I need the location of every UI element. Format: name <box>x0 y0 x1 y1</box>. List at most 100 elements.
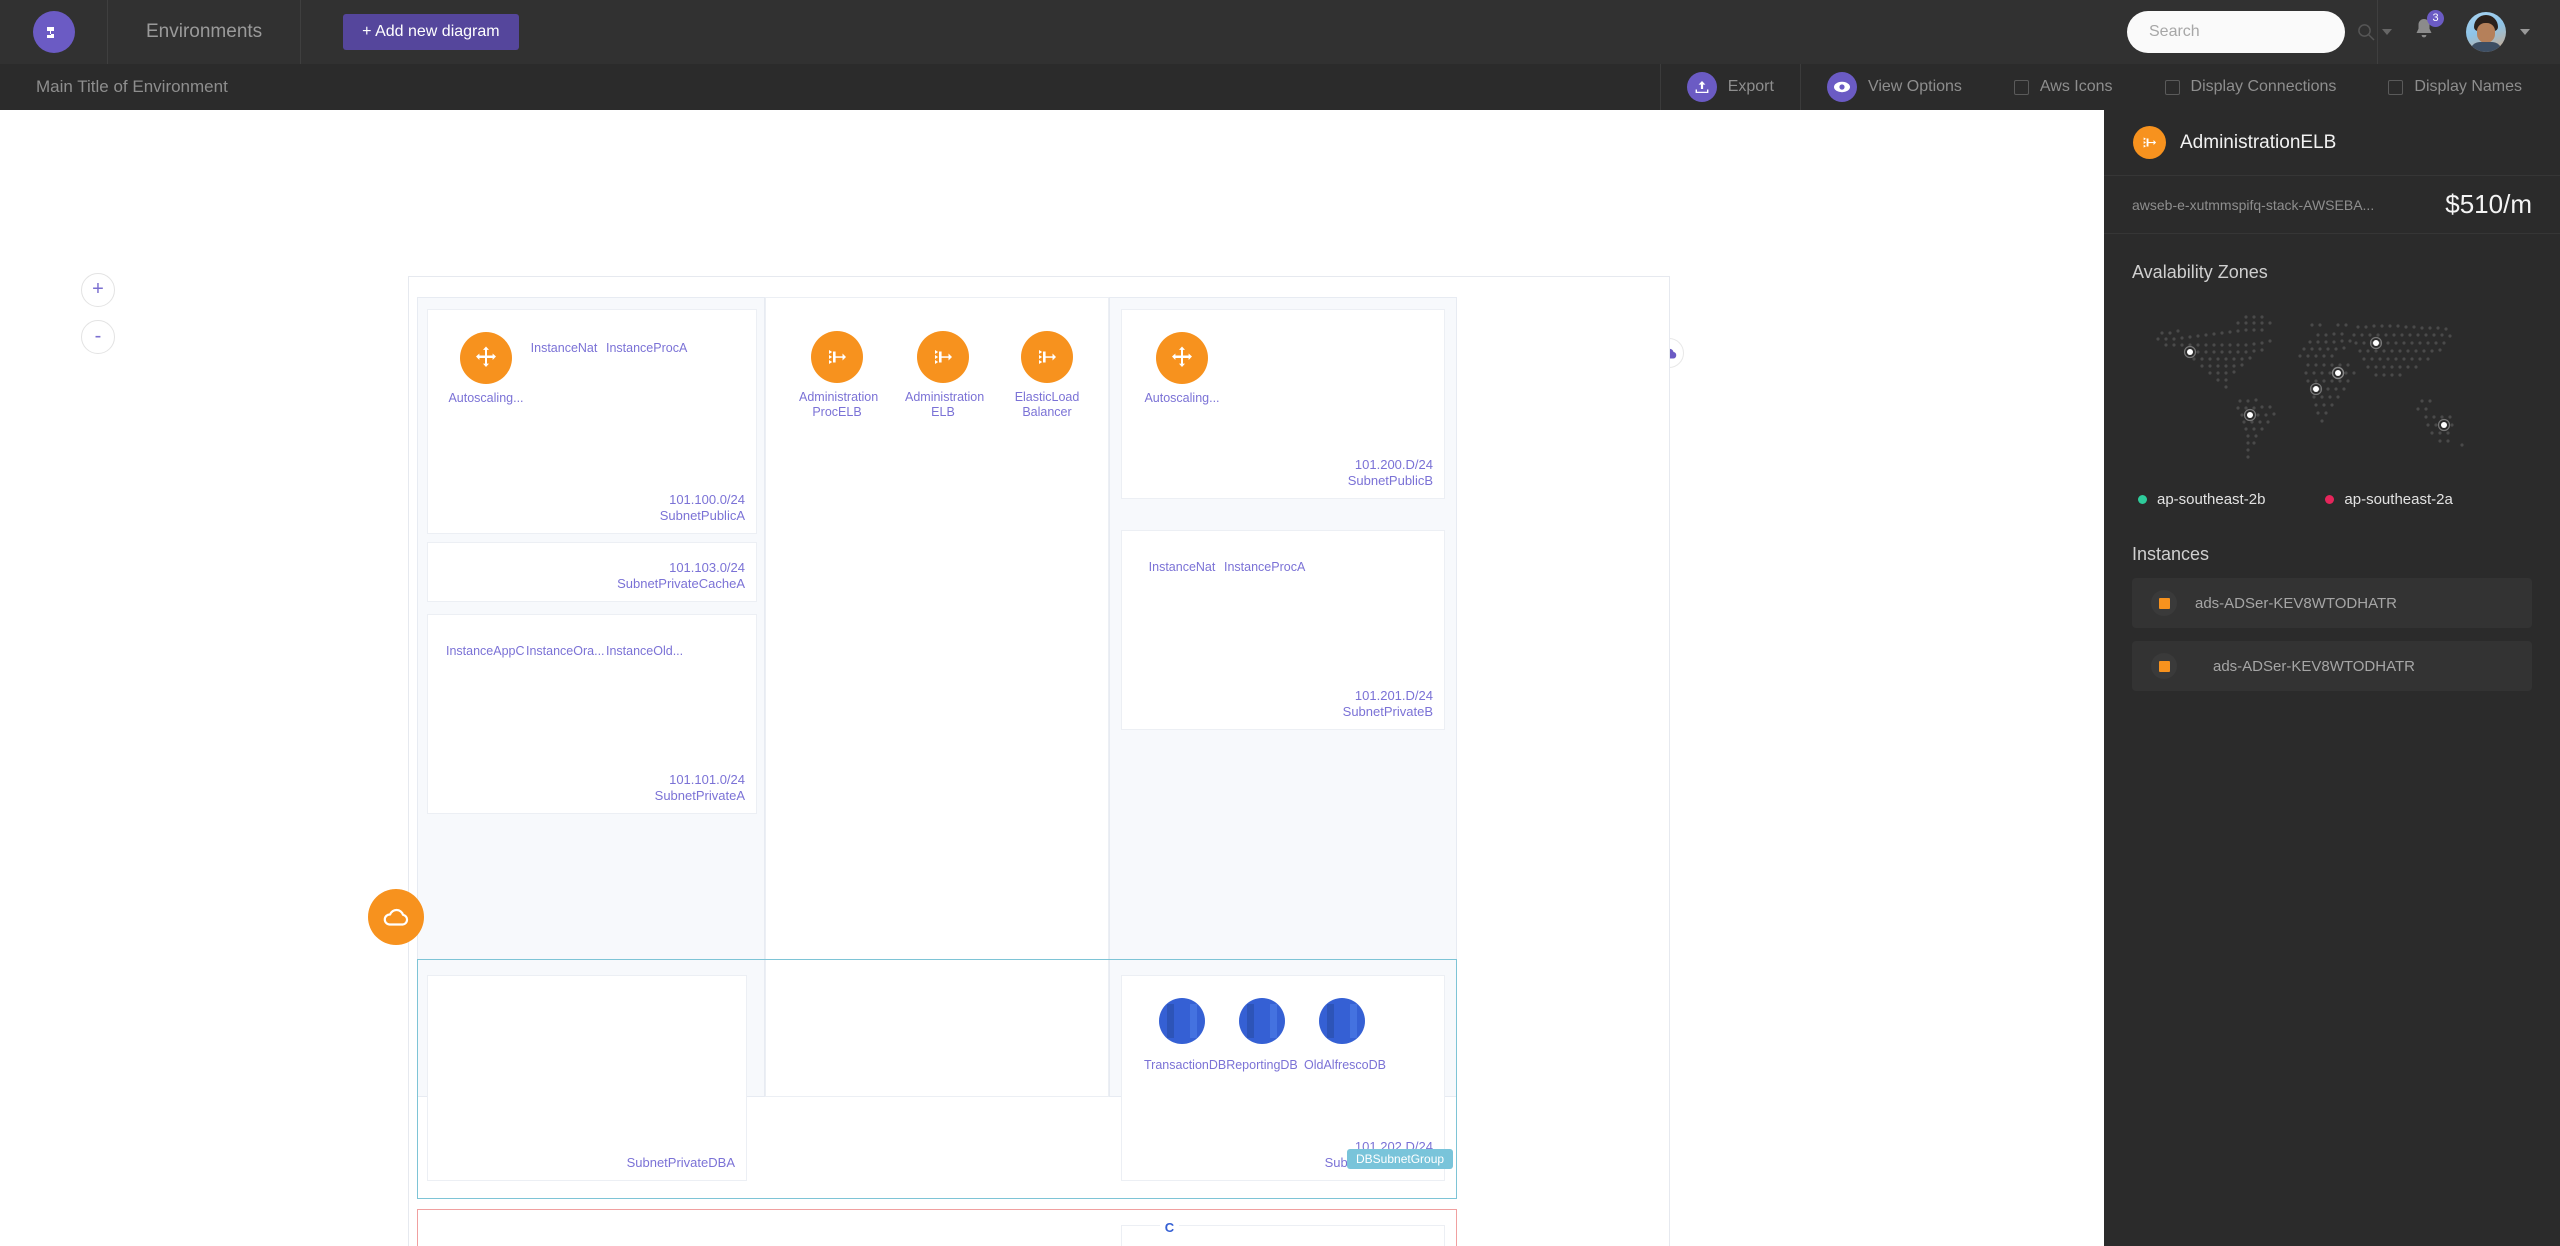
subnet-private-dba[interactable]: SubnetPrivateDBA <box>427 975 747 1181</box>
export-label: Export <box>1727 78 1774 95</box>
az-legend-item-0[interactable]: ap-southeast-2b <box>2138 491 2265 508</box>
elb-glyph <box>2143 137 2157 148</box>
node-instance-proc-b[interactable]: InstanceProcA <box>1224 553 1306 575</box>
list-item[interactable]: ads-ADSer-KEV8WTODHATR <box>2132 578 2532 628</box>
notifications-button[interactable]: 3 <box>2412 9 2444 48</box>
elb-icon <box>811 331 863 383</box>
node-instance-proc-a[interactable]: InstanceProcA <box>606 334 687 356</box>
subnet-meta: 101.101.0/24 SubnetPrivateA <box>655 772 745 804</box>
checkbox-aws-icons[interactable]: Aws Icons <box>1988 64 2139 110</box>
avatar-face <box>2477 23 2495 43</box>
map-markers <box>2183 336 2451 432</box>
az-legend-item-1[interactable]: ap-southeast-2a <box>2325 491 2453 508</box>
monthly-cost: $510/m <box>2445 189 2532 219</box>
subnet-private-b[interactable]: InstanceNat InstanceProcA 101.201.D/24 S… <box>1121 530 1445 730</box>
view-options-label: View Options <box>1867 78 1962 95</box>
bucket-badge: C <box>1160 1218 1179 1237</box>
checkbox-display-names-label: Display Names <box>2414 78 2522 95</box>
node-instance-ora[interactable]: InstanceOra... <box>526 637 605 659</box>
node-label: Autoscaling... <box>1144 391 1220 405</box>
subnet-name: SubnetPrivateCacheA <box>617 576 745 591</box>
elb-glyph <box>1039 350 1056 364</box>
subnet-bucket-area[interactable]: C <box>1121 1218 1445 1246</box>
node-label-line1: Administration <box>905 390 985 404</box>
search-chevron-down-icon[interactable] <box>2382 29 2392 35</box>
node-old-alfresco-db[interactable]: OldAlfrescoDB <box>1304 996 1386 1073</box>
elb-glyph <box>829 350 846 364</box>
autoscaling-icon <box>1156 332 1208 384</box>
status-dot <box>2138 495 2147 504</box>
subnet-meta: 101.103.0/24 SubnetPrivateCacheA <box>617 560 745 592</box>
node-reporting-db[interactable]: ReportingDB <box>1224 996 1300 1073</box>
node-label: TransactionDB <box>1144 1058 1227 1072</box>
nav-environments[interactable]: Environments <box>108 0 302 64</box>
vpc-container[interactable]: Autoscaling... InstanceNat InstanceProcA… <box>408 276 1670 1246</box>
world-map-dots <box>2156 315 2464 459</box>
node-transaction-db[interactable]: TransactionDB <box>1144 996 1227 1073</box>
vpc-cloud-icon[interactable] <box>368 889 424 945</box>
search-box[interactable] <box>2127 11 2392 53</box>
view-options-button[interactable]: View Options <box>1801 64 1988 110</box>
account-chevron-down-icon[interactable] <box>2520 29 2530 35</box>
checkbox-display-connections-box[interactable] <box>2164 79 2180 95</box>
availability-zones-heading: Avalability Zones <box>2132 262 2268 282</box>
az-legend-label: ap-southeast-2b <box>2157 491 2266 508</box>
subnet-public-a[interactable]: Autoscaling... InstanceNat InstanceProcA… <box>427 309 757 534</box>
resource-name: awseb-e-xutmmspifq-stack-AWSEBA... <box>2132 196 2375 213</box>
subnet-cidr: 101.103.0/24 <box>669 560 745 575</box>
node-label: InstanceProcA <box>1224 560 1306 574</box>
search-icon[interactable] <box>2356 22 2376 42</box>
eye-glyph <box>1833 81 1850 93</box>
database-glyph <box>1159 998 1205 1044</box>
instance-square <box>2158 660 2170 672</box>
subnet-public-b[interactable]: Autoscaling... 101.200.D/24 SubnetPublic… <box>1121 309 1445 499</box>
node-label-line2: ELB <box>931 405 955 419</box>
autoscaling-glyph <box>476 346 496 367</box>
checkbox-aws-icons-box[interactable] <box>2013 79 2029 95</box>
node-instance-nat-a[interactable]: InstanceNat <box>526 334 602 356</box>
node-autoscaling-a[interactable]: Autoscaling... <box>448 332 524 406</box>
az-legend: ap-southeast-2b ap-southeast-2a <box>2104 475 2560 508</box>
details-panel: AdministrationELB awseb-e-xutmmspifq-sta… <box>2104 110 2560 1246</box>
node-autoscaling-b[interactable]: Autoscaling... <box>1144 332 1220 406</box>
node-label: ReportingDB <box>1226 1058 1298 1072</box>
node-instance-nat-b[interactable]: InstanceNat <box>1144 553 1220 575</box>
checkbox-display-connections[interactable]: Display Connections <box>2139 64 2363 110</box>
database-icon <box>1317 998 1367 1050</box>
checkbox-display-names[interactable]: Display Names <box>2362 64 2560 110</box>
elb-icon <box>1021 331 1073 383</box>
subnet-cidr: 101.101.0/24 <box>669 772 745 787</box>
node-instance-old[interactable]: InstanceOld... <box>606 637 683 659</box>
node-elastic-load-balancer[interactable]: ElasticLoad Balancer <box>1009 331 1085 420</box>
autoscaling-glyph <box>1172 346 1192 367</box>
database-glyph <box>1319 998 1365 1044</box>
header-divider <box>2377 0 2378 64</box>
zoom-in-button[interactable]: + <box>81 273 115 307</box>
checkbox-display-connections-label: Display Connections <box>2190 78 2337 95</box>
app-logo[interactable] <box>0 0 108 64</box>
add-new-diagram-button[interactable]: + Add new diagram <box>343 14 519 50</box>
subnet-name: SubnetPrivateA <box>654 788 745 803</box>
db-subnet-group-tag[interactable]: DBSubnetGroup <box>1347 1149 1454 1169</box>
search-controls[interactable] <box>2356 22 2392 42</box>
search-input[interactable] <box>2149 23 2356 41</box>
node-administration-proc-elb[interactable]: Administration ProcELB <box>799 331 879 420</box>
instance-square <box>2158 597 2170 609</box>
node-administration-elb[interactable]: Administration ELB <box>905 331 985 420</box>
export-button[interactable]: Export <box>1661 64 1800 110</box>
checkbox-display-names-box[interactable] <box>2388 79 2404 95</box>
elb-icon <box>2133 126 2166 159</box>
subnet-private-cache-a[interactable]: 101.103.0/24 SubnetPrivateCacheA <box>427 542 757 602</box>
subnet-name: SubnetPublicB <box>1347 473 1433 488</box>
avatar[interactable] <box>2466 12 2506 52</box>
node-label-line1: Administration <box>799 390 879 404</box>
node-label: InstanceOra... <box>526 644 605 658</box>
subnet-meta: 101.100.0/24 SubnetPublicA <box>660 492 745 524</box>
node-instance-appc[interactable]: InstanceAppC <box>446 637 525 659</box>
subnet-private-a[interactable]: InstanceAppC InstanceOra... InstanceOld.… <box>427 614 757 814</box>
diagram-canvas[interactable]: + - Autoscaling... InstanceNat InstanceP… <box>0 110 2104 1246</box>
database-icon <box>1157 998 1207 1050</box>
list-item[interactable]: ads-ADSer-KEV8WTODHATR <box>2132 641 2532 691</box>
zoom-out-button[interactable]: - <box>81 320 115 354</box>
database-icon <box>1237 998 1287 1050</box>
